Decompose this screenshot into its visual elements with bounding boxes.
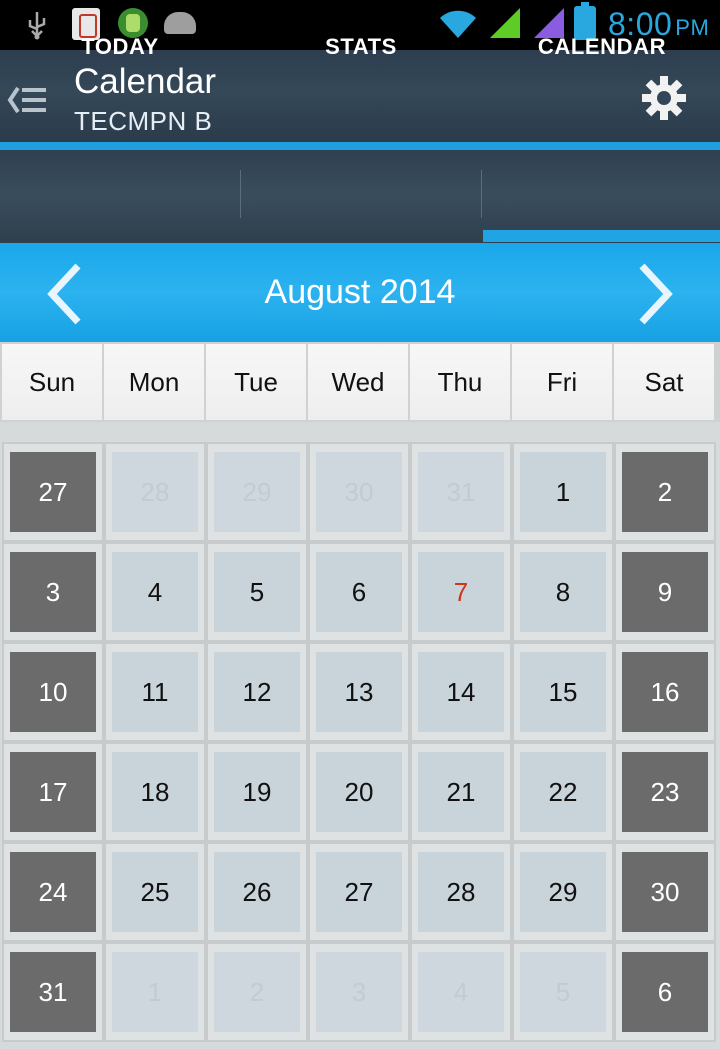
weekday-fri: Fri xyxy=(512,344,612,420)
calendar-day[interactable]: 3 xyxy=(10,552,96,632)
calendar-day[interactable]: 30 xyxy=(622,852,708,932)
calendar-day[interactable]: 13 xyxy=(316,652,402,732)
tab-calendar[interactable]: CALENDAR xyxy=(482,0,720,93)
calendar-day[interactable]: 17 xyxy=(10,752,96,832)
weekday-wed: Wed xyxy=(308,344,408,420)
calendar-day[interactable]: 24 xyxy=(10,852,96,932)
calendar-day[interactable]: 23 xyxy=(622,752,708,832)
calendar-day[interactable]: 28 xyxy=(112,452,198,532)
calendar-day[interactable]: 25 xyxy=(112,852,198,932)
calendar-day[interactable]: 8 xyxy=(520,552,606,632)
calendar-day[interactable]: 4 xyxy=(418,952,504,1032)
calendar-day[interactable]: 29 xyxy=(520,852,606,932)
month-title: August 2014 xyxy=(264,273,456,311)
weekday-tue: Tue xyxy=(206,344,306,420)
calendar-day[interactable]: 5 xyxy=(520,952,606,1032)
calendar-day[interactable]: 6 xyxy=(316,552,402,632)
tab-divider xyxy=(481,170,482,218)
calendar-day[interactable]: 9 xyxy=(622,552,708,632)
page-subtitle: TECMPN B xyxy=(74,106,213,136)
calendar-day[interactable]: 21 xyxy=(418,752,504,832)
calendar-day[interactable]: 1 xyxy=(520,452,606,532)
weekday-thu: Thu xyxy=(410,344,510,420)
calendar-day[interactable]: 14 xyxy=(418,652,504,732)
action-bar-divider xyxy=(0,142,720,150)
calendar-day[interactable]: 6 xyxy=(622,952,708,1032)
calendar-day[interactable]: 7 xyxy=(418,552,504,632)
calendar-day[interactable]: 10 xyxy=(10,652,96,732)
calendar-day[interactable]: 30 xyxy=(316,452,402,532)
calendar-day[interactable]: 12 xyxy=(214,652,300,732)
calendar-day[interactable]: 5 xyxy=(214,552,300,632)
calendar-day[interactable]: 26 xyxy=(214,852,300,932)
calendar-day[interactable]: 22 xyxy=(520,752,606,832)
calendar-day[interactable]: 19 xyxy=(214,752,300,832)
tab-stats[interactable]: STATS xyxy=(241,0,481,93)
calendar-day[interactable]: 1 xyxy=(112,952,198,1032)
calendar-day[interactable]: 2 xyxy=(622,452,708,532)
calendar-day[interactable]: 15 xyxy=(520,652,606,732)
weekday-sat: Sat xyxy=(614,344,714,420)
calendar-day[interactable]: 27 xyxy=(10,452,96,532)
tab-divider xyxy=(240,170,241,218)
tab-today[interactable]: TODAY xyxy=(0,0,240,93)
weekday-mon: Mon xyxy=(104,344,204,420)
calendar-day[interactable]: 29 xyxy=(214,452,300,532)
calendar-day[interactable]: 28 xyxy=(418,852,504,932)
calendar-day[interactable]: 11 xyxy=(112,652,198,732)
chevron-right-icon[interactable] xyxy=(636,262,676,326)
calendar-day[interactable]: 18 xyxy=(112,752,198,832)
tab-selected-indicator xyxy=(483,230,720,242)
calendar-day[interactable]: 2 xyxy=(214,952,300,1032)
weekday-sun: Sun xyxy=(2,344,102,420)
calendar-day[interactable]: 4 xyxy=(112,552,198,632)
calendar-day[interactable]: 27 xyxy=(316,852,402,932)
calendar-day[interactable]: 16 xyxy=(622,652,708,732)
calendar-day[interactable]: 31 xyxy=(418,452,504,532)
calendar-day[interactable]: 3 xyxy=(316,952,402,1032)
calendar-day[interactable]: 31 xyxy=(10,952,96,1032)
calendar-day[interactable]: 20 xyxy=(316,752,402,832)
